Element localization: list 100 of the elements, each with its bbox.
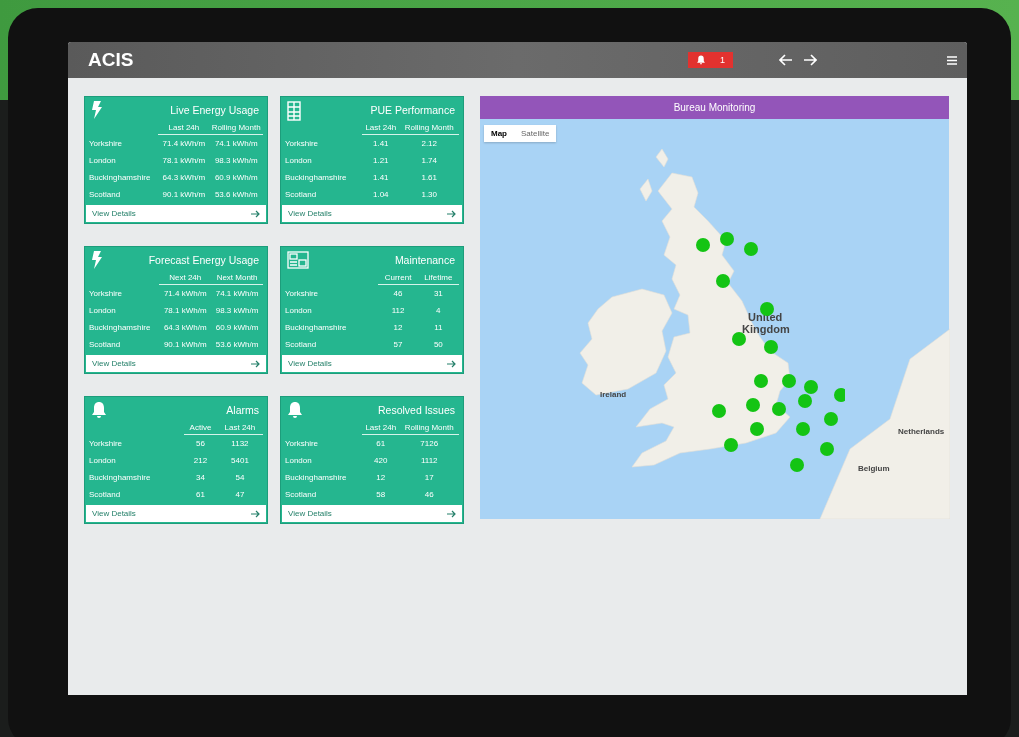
site-name: Scotland (285, 489, 318, 501)
table-cell-text: 78.1 kWh/m (162, 305, 208, 318)
view-details-link[interactable]: View Details (86, 355, 266, 372)
table-cell-text: 1.30 (420, 189, 438, 201)
table-cell-text: 58 (375, 489, 387, 501)
table-cell-text: 112 (390, 305, 406, 318)
column-header: Rolling Month (399, 423, 459, 435)
table-cell-text: 98.3 kWh/m (214, 305, 260, 318)
map-label: Kingdom (742, 323, 790, 335)
site-name: London (89, 455, 117, 468)
table-cell-text: 64.3 kWh/m (161, 172, 207, 185)
card-title: Alarms (226, 403, 259, 416)
site-name: Scotland (285, 189, 318, 201)
site-name: London (285, 305, 313, 318)
site-name: Buckinghamshire (89, 472, 152, 485)
card-title: Forecast Energy Usage (148, 253, 259, 266)
table-cell-text: 53.6 kWh/m (213, 189, 259, 201)
table-cell-text: 1.04 (372, 189, 390, 201)
column-header: Last 24h (362, 423, 400, 435)
table-cell-text: 1.61 (420, 172, 438, 185)
site-name: London (285, 455, 313, 468)
map-type-tab[interactable]: Map (484, 125, 514, 142)
table-cell-text: 98.3 kWh/m (213, 155, 259, 168)
alert-count: 1 (720, 55, 725, 65)
column-header: Last 24h (362, 123, 400, 135)
table-cell-text: 4 (435, 305, 442, 318)
control-panel-icon (287, 251, 309, 269)
table-cell: 71.4 kWh/m (159, 284, 212, 303)
table-cell-text: 12 (392, 322, 404, 335)
map-label: Belgium (858, 464, 890, 473)
arrow-right-icon (251, 359, 260, 368)
site-name: Buckinghamshire (285, 472, 348, 485)
view-details-link[interactable]: View Details (282, 205, 462, 222)
arrow-right-icon (447, 509, 456, 518)
table-cell: 74.1 kWh/m (209, 134, 263, 153)
column-header: Rolling Month (399, 123, 459, 135)
table-cell-text: 78.1 kWh/m (161, 155, 207, 168)
table-cell-text: 17 (423, 472, 435, 485)
table-cell-text: 53.6 kWh/m (214, 339, 260, 351)
lightning-icon (91, 251, 103, 269)
map-label: United (748, 311, 783, 323)
view-details-link[interactable]: View Details (282, 505, 462, 522)
table-cell: 7126 (399, 434, 459, 453)
site-name: Scotland (89, 489, 122, 501)
table-cell-text: 5401 (230, 455, 250, 468)
table-cell-text: 46 (423, 489, 435, 501)
site-name: Scotland (89, 339, 122, 351)
site-name: Scotland (285, 339, 318, 351)
building-icon (287, 101, 301, 121)
column-header: Current (378, 273, 418, 285)
table-cell-text: 34 (195, 472, 206, 485)
map-view[interactable]: United Kingdom Ireland Netherlands Belgium Map Satellite (480, 119, 949, 519)
table-cell: 71.4 kWh/m (158, 134, 210, 153)
site-name: Buckinghamshire (89, 172, 152, 185)
site-name: Yorkshire (285, 284, 379, 303)
site-name: Buckinghamshire (285, 322, 348, 335)
column-header: Lifetime (417, 273, 459, 285)
app-logo: ACIS (88, 49, 135, 71)
card-title: Live Energy Usage (170, 103, 259, 116)
site-name: Scotland (89, 189, 122, 201)
table-cell: 61 (362, 434, 400, 453)
view-details-link[interactable]: View Details (86, 205, 266, 222)
bell-icon (91, 401, 107, 419)
site-name: Yorkshire (89, 134, 159, 153)
table-cell-text: 64.3 kWh/m (162, 322, 208, 335)
column-header: Rolling Month (209, 123, 263, 135)
table-cell: 31 (417, 284, 459, 303)
table-cell-text: 90.1 kWh/m (162, 339, 208, 351)
panel-title: Bureau Monitoring (480, 96, 949, 119)
site-name: Yorkshire (285, 134, 363, 153)
table-cell: 1.41 (362, 134, 400, 153)
arrow-right-icon (251, 509, 260, 518)
table-cell-text: 1.74 (420, 155, 438, 168)
site-name: Yorkshire (89, 434, 185, 453)
back-arrow-icon[interactable] (779, 54, 793, 66)
table-cell-text: 1112 (419, 455, 439, 468)
bell-icon (287, 401, 303, 419)
site-name: London (89, 305, 117, 318)
map-type-tab[interactable]: Satellite (514, 125, 557, 142)
table-cell-text: 11 (433, 322, 444, 335)
table-cell: 2.12 (399, 134, 459, 153)
menu-icon[interactable] (947, 55, 957, 65)
view-details-link[interactable]: View Details (282, 355, 462, 372)
column-header: Next Month (211, 273, 263, 285)
table-cell-text: 47 (234, 489, 246, 501)
column-header: Last 24h (216, 423, 263, 435)
forward-arrow-icon[interactable] (803, 54, 817, 66)
table-cell-text: 12 (375, 472, 387, 485)
card-title: PUE Performance (370, 103, 455, 116)
table-cell-text: 61 (195, 489, 206, 501)
table-cell-text: 60.9 kWh/m (214, 322, 260, 335)
bell-icon (696, 55, 706, 65)
site-name: Buckinghamshire (89, 322, 152, 335)
alert-badge[interactable]: 1 (688, 52, 733, 68)
arrow-right-icon (447, 359, 456, 368)
site-name: Yorkshire (285, 434, 363, 453)
column-header: Last 24h (158, 123, 210, 135)
table-cell-text: 50 (432, 339, 444, 351)
card-title: Maintenance (394, 253, 455, 266)
view-details-link[interactable]: View Details (86, 505, 266, 522)
